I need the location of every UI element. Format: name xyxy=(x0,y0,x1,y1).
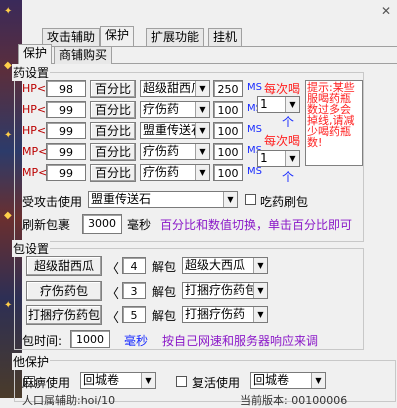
chevron-down-icon: ▼ xyxy=(311,373,325,388)
close-icon[interactable]: ✕ xyxy=(381,4,391,18)
drug-stat-label: HP< xyxy=(22,82,47,95)
subtab-protect[interactable]: 保护 xyxy=(18,44,53,64)
pack-source-button[interactable]: 疗伤药包 xyxy=(26,281,102,301)
percent-toggle-button[interactable]: 百分比 xyxy=(90,80,136,98)
drug-stat-label: HP< xyxy=(22,103,47,116)
main-tab-bar: 攻击辅助 保护 扩展功能 挂机 xyxy=(22,26,397,47)
percent-toggle-button[interactable]: 百分比 xyxy=(90,143,136,161)
other-protect-title: 他保护 xyxy=(12,353,51,370)
drug-interval-input[interactable]: 100 xyxy=(213,122,243,139)
drug-stat-label: HP< xyxy=(22,124,47,137)
revive-checkbox[interactable] xyxy=(176,376,187,387)
chevron-down-icon: ▼ xyxy=(195,123,209,138)
pack-time-label: 包时间: xyxy=(22,334,63,348)
per-drink-label-2: 每次喝 xyxy=(264,134,301,148)
eat-brush-checkbox[interactable] xyxy=(245,194,256,205)
revive-label: 复活使用 xyxy=(192,376,241,390)
pack-qty-input[interactable]: 4 xyxy=(122,257,146,274)
drug-item-select[interactable]: 疗伤药 ▼ xyxy=(140,101,210,118)
per-drink-suffix-1: 个 xyxy=(282,115,295,129)
less-than-icon: 〈 xyxy=(106,262,120,277)
pack-time-unit: 毫秒 xyxy=(124,334,149,348)
subtab-shop-buy[interactable]: 商铺购买 xyxy=(54,46,113,64)
drug-hint-box: 提示:某些服喝药瓶数过多会掉线,请减少喝药瓶数! xyxy=(305,80,363,166)
percent-toggle-button[interactable]: 百分比 xyxy=(90,164,136,182)
attacked-use-label: 受攻击使用 xyxy=(22,195,83,209)
tab-protect[interactable]: 保护 xyxy=(100,26,135,46)
pack-time-tip: 按自己网速和服务器响应来调 xyxy=(162,334,319,348)
drug-threshold-input[interactable]: 99 xyxy=(46,101,86,118)
paralysis-label: 麻痹使用 xyxy=(22,376,71,390)
tab-extensions[interactable]: 扩展功能 xyxy=(146,28,205,46)
unpack-label: 解包 xyxy=(152,285,177,299)
drug-item-select[interactable]: 疗伤药 ▼ xyxy=(140,143,210,160)
paralysis-item-select[interactable]: 回城卷 ▼ xyxy=(80,372,156,389)
percent-toggle-button[interactable]: 百分比 xyxy=(90,122,136,140)
refresh-tip: 百分比和数值切换，单击百分比即可 xyxy=(160,218,353,232)
pack-source-button[interactable]: 打捆疗伤药包 xyxy=(26,305,102,325)
chevron-down-icon: ▼ xyxy=(195,102,209,117)
drug-threshold-input[interactable]: 99 xyxy=(46,143,86,160)
percent-toggle-button[interactable]: 百分比 xyxy=(90,101,136,119)
chevron-down-icon: ▼ xyxy=(285,97,299,112)
per-drink-select-2[interactable]: 1 ▼ xyxy=(257,150,300,167)
drug-interval-input[interactable]: 100 xyxy=(213,101,243,118)
drug-item-select[interactable]: 盟重传送石 ▼ xyxy=(140,122,210,139)
less-than-icon: 〈 xyxy=(106,311,120,326)
chevron-down-icon: ▼ xyxy=(285,151,299,166)
pack-qty-input[interactable]: 3 xyxy=(122,282,146,299)
pack-target-select[interactable]: 超级大西瓜 ▼ xyxy=(182,257,268,274)
attacked-item-select[interactable]: 盟重传送石 ▼ xyxy=(88,191,238,208)
refresh-pack-label: 刷新包裹 xyxy=(22,218,71,232)
drug-item-select[interactable]: 疗伤药 ▼ xyxy=(140,164,210,181)
pack-target-select[interactable]: 打捆疗伤药 ▼ xyxy=(182,306,268,323)
per-drink-select-1[interactable]: 1 ▼ xyxy=(257,96,300,113)
status-left: 人口属辅助:hoi/10 xyxy=(22,394,116,407)
chevron-down-icon: ▼ xyxy=(253,283,267,298)
pack-qty-input[interactable]: 5 xyxy=(122,306,146,323)
drug-threshold-input[interactable]: 98 xyxy=(46,80,86,97)
chevron-down-icon: ▼ xyxy=(141,373,155,388)
tab-hangup[interactable]: 挂机 xyxy=(208,28,243,46)
drug-threshold-input[interactable]: 99 xyxy=(46,122,86,139)
refresh-interval-input[interactable]: 3000 xyxy=(82,214,122,234)
chevron-down-icon: ▼ xyxy=(195,165,209,180)
drug-stat-label: MP< xyxy=(22,166,48,179)
chevron-down-icon: ▼ xyxy=(223,192,237,207)
refresh-unit-label: 毫秒 xyxy=(127,218,152,232)
pack-target-select[interactable]: 打捆疗伤药包 ▼ xyxy=(182,282,268,299)
drug-item-select[interactable]: 超级甜西瓜 ▼ xyxy=(140,80,210,97)
drug-interval-input[interactable]: 250 xyxy=(213,80,243,97)
less-than-icon: 〈 xyxy=(106,287,120,302)
per-drink-suffix-2: 个 xyxy=(282,170,295,184)
window-title-bar: ✕ xyxy=(22,0,397,28)
drug-stat-label: MP< xyxy=(22,145,48,158)
pack-time-input[interactable]: 1000 xyxy=(70,330,110,348)
pack-source-button[interactable]: 超级甜西瓜 xyxy=(26,256,102,276)
chevron-down-icon: ▼ xyxy=(253,258,267,273)
per-drink-label-1: 每次喝 xyxy=(264,82,301,96)
unpack-label: 解包 xyxy=(152,260,177,274)
drug-threshold-input[interactable]: 99 xyxy=(46,164,86,181)
chevron-down-icon: ▼ xyxy=(195,81,209,96)
drug-settings-title: 药设置 xyxy=(12,64,51,81)
unpack-label: 解包 xyxy=(152,309,177,323)
eat-brush-label: 吃药刷包 xyxy=(260,195,309,209)
chevron-down-icon: ▼ xyxy=(253,307,267,322)
chevron-down-icon: ▼ xyxy=(195,144,209,159)
sub-tab-bar: 保护 商铺购买 xyxy=(18,44,397,64)
pack-settings-title: 包设置 xyxy=(12,240,51,257)
revive-item-select[interactable]: 回城卷 ▼ xyxy=(250,372,326,389)
drug-interval-unit: MS xyxy=(247,124,262,135)
drug-interval-input[interactable]: 100 xyxy=(213,164,243,181)
status-version: 当前版本: 00100006 xyxy=(240,394,348,407)
drug-interval-input[interactable]: 100 xyxy=(213,143,243,160)
drug-interval-unit: MS xyxy=(247,166,262,177)
drug-interval-unit: MS xyxy=(247,82,262,93)
